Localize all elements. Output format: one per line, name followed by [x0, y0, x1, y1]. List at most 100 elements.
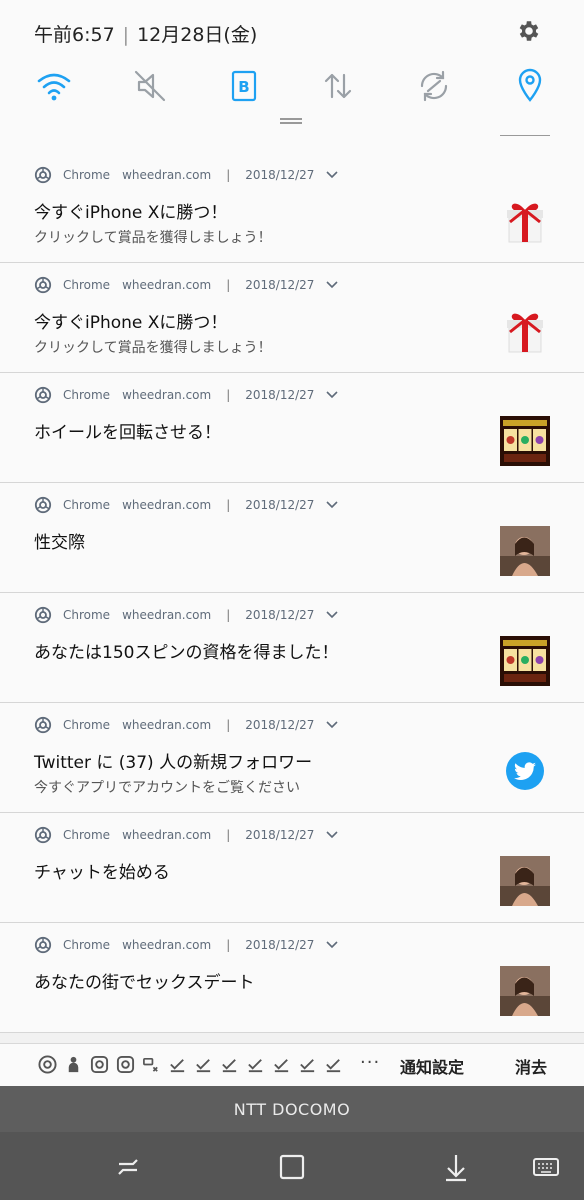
chevron-down-icon[interactable]	[326, 941, 339, 949]
check-icon	[274, 1059, 289, 1073]
site-name: wheedran.com	[122, 168, 212, 182]
notification-body: 今すぐアプリでアカウントをご覧ください	[34, 780, 300, 796]
header-separator: |	[226, 388, 231, 402]
notification-header: Chrome wheedran.com | 2018/12/27	[34, 275, 339, 295]
chevron-down-icon[interactable]	[326, 391, 339, 399]
twitter-icon	[500, 746, 550, 796]
app-name: Chrome	[63, 828, 111, 842]
notification-date: 2018/12/27	[245, 498, 315, 512]
notification-card[interactable]: Chrome wheedran.com | 2018/12/27 チャットを始める	[0, 813, 584, 923]
mute-icon[interactable]	[130, 66, 170, 106]
header-separator: |	[226, 278, 231, 292]
notification-footer: ··· 通知設定 消去	[0, 1043, 584, 1086]
app-name: Chrome	[63, 938, 111, 952]
app-name: Chrome	[63, 718, 111, 732]
site-name: wheedran.com	[122, 498, 212, 512]
check-icon	[222, 1059, 237, 1073]
notification-header: Chrome wheedran.com | 2018/12/27	[34, 825, 339, 845]
app-name: Chrome	[63, 608, 111, 622]
carrier-label: NTT DOCOMO	[233, 1100, 351, 1119]
notification-card[interactable]: Chrome wheedran.com | 2018/12/27 今すぐiPhone X…	[0, 153, 584, 263]
header-separator: |	[226, 168, 231, 182]
navigation-bar	[0, 1132, 584, 1200]
clock-date: 午前6:57 | 12月28日(金)	[34, 24, 258, 46]
chevron-down-icon[interactable]	[326, 721, 339, 729]
notification-header: Chrome wheedran.com | 2018/12/27	[34, 715, 339, 735]
header-separator: |	[226, 938, 231, 952]
notification-date: 2018/12/27	[245, 828, 315, 842]
bluetooth-icon[interactable]: B	[224, 66, 264, 106]
photo-image	[500, 856, 550, 906]
notification-card[interactable]: Chrome wheedran.com | 2018/12/27 今すぐiPhone X…	[0, 263, 584, 373]
notification-card[interactable]: Chrome wheedran.com | 2018/12/27 あなたは150スピンの…	[0, 593, 584, 703]
chrome-icon	[34, 166, 52, 184]
wifi-icon[interactable]	[34, 66, 74, 106]
instagram-icon	[116, 1055, 135, 1074]
notification-header: Chrome wheedran.com | 2018/12/27	[34, 495, 339, 515]
clear-all-button[interactable]: 消去	[515, 1054, 547, 1078]
chrome-icon	[34, 386, 52, 404]
slot-machine-image	[500, 636, 550, 686]
chevron-down-icon[interactable]	[326, 611, 339, 619]
site-name: wheedran.com	[122, 938, 212, 952]
notification-title: 今すぐiPhone Xに勝つ！	[34, 313, 228, 333]
gift-icon	[500, 196, 550, 246]
check-icon	[300, 1059, 315, 1073]
notification-card[interactable]: Chrome wheedran.com | 2018/12/27 性交際	[0, 483, 584, 593]
chrome-icon	[34, 826, 52, 844]
chrome-icon	[34, 496, 52, 514]
site-name: wheedran.com	[122, 278, 212, 292]
home-icon[interactable]	[277, 1152, 307, 1182]
header-separator: |	[226, 828, 231, 842]
notification-body: クリックして賞品を獲得しましょう！	[34, 340, 272, 356]
check-icon	[326, 1059, 341, 1073]
drag-handle[interactable]	[280, 118, 302, 124]
site-name: wheedran.com	[122, 828, 212, 842]
app-icons-row	[38, 1055, 343, 1074]
notification-card[interactable]: Chrome wheedran.com | 2018/12/27 Twitter に (…	[0, 703, 584, 813]
notification-header: Chrome wheedran.com | 2018/12/27	[34, 385, 339, 405]
recent-apps-icon[interactable]	[113, 1152, 143, 1182]
photo-image	[500, 526, 550, 576]
missed-call-icon	[143, 1057, 158, 1072]
notification-title: チャットを始める	[34, 863, 170, 883]
keyboard-icon[interactable]	[531, 1152, 561, 1182]
notification-date: 2018/12/27	[245, 938, 315, 952]
notification-settings-button[interactable]: 通知設定	[400, 1054, 464, 1078]
gear-icon[interactable]	[516, 18, 542, 44]
chrome-icon	[38, 1055, 57, 1074]
chevron-down-icon[interactable]	[326, 171, 339, 179]
notification-header: Chrome wheedran.com | 2018/12/27	[34, 165, 339, 185]
data-icon[interactable]	[318, 66, 358, 106]
notification-body: クリックして賞品を獲得しましょう！	[34, 230, 272, 246]
date: 12月28日(金)	[137, 24, 258, 46]
chrome-icon	[34, 716, 52, 734]
header-separator: |	[226, 608, 231, 622]
back-icon[interactable]	[441, 1152, 471, 1182]
notification-header: Chrome wheedran.com | 2018/12/27	[34, 605, 339, 625]
site-name: wheedran.com	[122, 718, 212, 732]
photo-image	[500, 966, 550, 1016]
chrome-icon	[34, 606, 52, 624]
svg-text:B: B	[238, 78, 249, 96]
chevron-down-icon[interactable]	[326, 501, 339, 509]
chevron-down-icon[interactable]	[326, 831, 339, 839]
location-icon[interactable]	[510, 66, 550, 106]
app-name: Chrome	[63, 388, 111, 402]
app-name: Chrome	[63, 278, 111, 292]
chevron-down-icon[interactable]	[326, 281, 339, 289]
notification-divider	[0, 135, 584, 154]
chrome-icon	[34, 276, 52, 294]
notification-card[interactable]: Chrome wheedran.com | 2018/12/27 あなたの街でセックスデ…	[0, 923, 584, 1033]
sync-icon[interactable]	[414, 66, 454, 106]
notification-title: ホイールを回転させる！	[34, 423, 221, 443]
notification-header: Chrome wheedran.com | 2018/12/27	[34, 935, 339, 955]
status-bar: 午前6:57 | 12月28日(金) B	[0, 0, 584, 135]
clock: 午前6:57	[34, 24, 115, 46]
notification-title: 今すぐiPhone Xに勝つ！	[34, 203, 228, 223]
notification-date: 2018/12/27	[245, 718, 315, 732]
notification-date: 2018/12/27	[245, 608, 315, 622]
notification-date: 2018/12/27	[245, 278, 315, 292]
notification-card[interactable]: Chrome wheedran.com | 2018/12/27 ホイールを回転させる！	[0, 373, 584, 483]
person-icon	[68, 1056, 79, 1073]
